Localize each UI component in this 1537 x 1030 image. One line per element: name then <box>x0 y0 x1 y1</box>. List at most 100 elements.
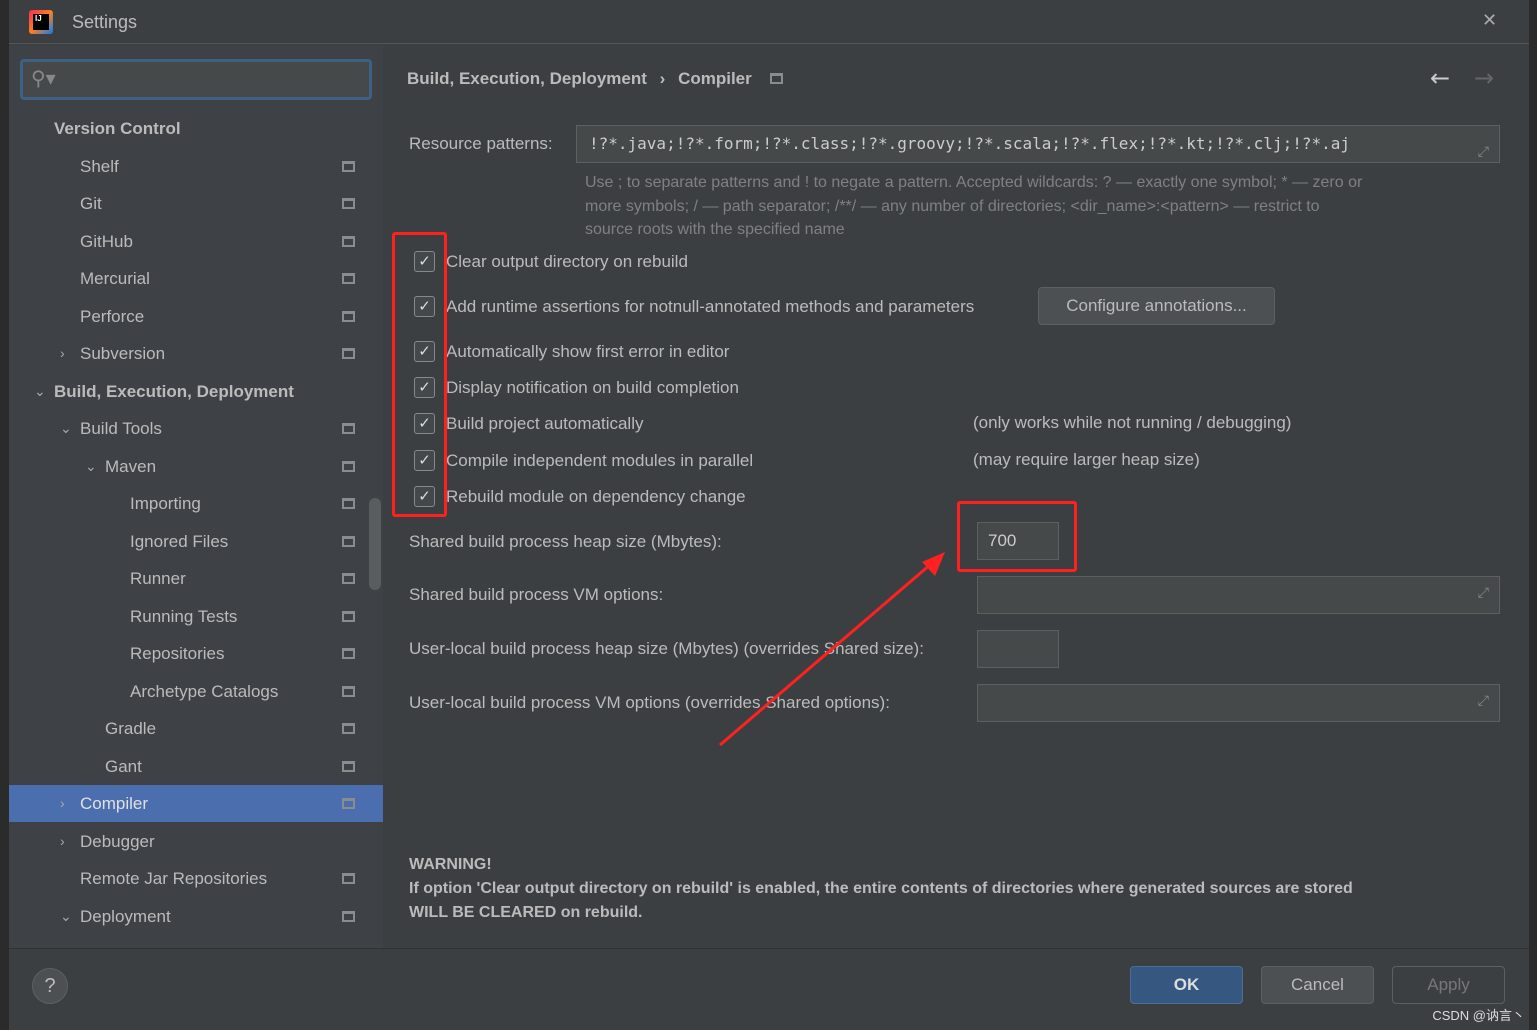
project-scope-icon <box>342 273 355 284</box>
project-scope-icon <box>342 460 355 472</box>
sidebar-item-runner[interactable]: Runner <box>9 560 383 597</box>
option-label[interactable]: Rebuild module on dependency change <box>446 487 746 507</box>
option-label[interactable]: Compile independent modules in parallel <box>446 451 753 471</box>
intellij-logo-icon: IJ <box>29 10 53 34</box>
sidebar-item-label: Runner <box>130 569 186 588</box>
sidebar-item-label: Remote Jar Repositories <box>80 869 268 888</box>
sidebar-item-label: Build Tools <box>80 419 162 438</box>
apply-button[interactable]: Apply <box>1392 966 1505 1004</box>
sidebar-item-gradle[interactable]: Gradle <box>9 710 383 747</box>
sidebar-item-label: Maven <box>105 456 157 476</box>
chevron-right-icon[interactable]: › <box>60 785 65 822</box>
chevron-down-icon[interactable]: ⌄ <box>60 898 72 935</box>
project-scope-icon <box>342 498 355 509</box>
sidebar-item-git[interactable]: Git <box>9 185 383 222</box>
user-heap-size-input[interactable] <box>977 630 1059 668</box>
sidebar-scrollbar[interactable] <box>369 498 381 590</box>
sidebar-item-label: Perforce <box>80 306 145 326</box>
forward-arrow-icon[interactable]: → <box>1474 64 1494 92</box>
project-scope-icon <box>342 198 355 209</box>
option-label[interactable]: Clear output directory on rebuild <box>446 252 688 272</box>
vm-options-label: Shared build process VM options: <box>409 585 664 604</box>
ok-button[interactable]: OK <box>1130 966 1243 1004</box>
sidebar-item-label: Mercurial <box>80 269 150 288</box>
sidebar-item-label: Compiler <box>80 794 149 813</box>
sidebar-item-label: Archetype Catalogs <box>130 681 279 701</box>
vm-options-input[interactable]: ⤢ <box>977 576 1500 614</box>
resource-patterns-input[interactable]: !?*.java;!?*.form;!?*.class;!?*.groovy;!… <box>576 125 1500 163</box>
sidebar-item-label: Repositories <box>130 644 225 663</box>
sidebar-item-remote-jar-repositories[interactable]: Remote Jar Repositories <box>9 860 383 897</box>
project-scope-icon <box>342 873 355 884</box>
sidebar-item-gant[interactable]: Gant <box>9 748 383 785</box>
heap-size-label: Shared build process heap size (Mbytes): <box>409 532 722 551</box>
chevron-right-icon[interactable]: › <box>60 823 65 860</box>
project-scope-icon <box>342 348 355 359</box>
option-label[interactable]: Automatically show first error in editor <box>446 342 729 362</box>
expand-icon[interactable]: ⤢ <box>1478 134 1489 170</box>
option-note: (may require larger heap size) <box>973 450 1200 469</box>
chevron-down-icon[interactable]: ⌄ <box>34 373 46 410</box>
sidebar-item-shelf[interactable]: Shelf <box>9 148 383 185</box>
project-scope-icon <box>342 723 355 734</box>
sidebar-item-label: Subversion <box>80 344 166 363</box>
chevron-down-icon[interactable]: ⌄ <box>85 448 97 485</box>
project-scope-icon <box>342 535 355 547</box>
sidebar-item-archetype-catalogs[interactable]: Archetype Catalogs <box>9 673 383 710</box>
chevron-down-icon[interactable]: ⌄ <box>60 410 72 447</box>
annotation-checkbox-highlight <box>392 232 447 517</box>
breadcrumb-parent[interactable]: Build, Execution, Deployment <box>407 69 647 88</box>
sidebar-item-ignored-files[interactable]: Ignored Files <box>9 523 383 560</box>
annotation-heap-highlight <box>957 501 1077 572</box>
sidebar-item-label: Version Control <box>54 119 181 138</box>
project-scope-icon <box>342 310 355 322</box>
sidebar-item-compiler[interactable]: › Compiler <box>9 785 383 822</box>
watermark: CSDN @讷言丶 <box>1432 1008 1525 1023</box>
sidebar-item-label: Importing <box>130 494 201 513</box>
sidebar-item-label: GitHub <box>80 231 133 251</box>
project-scope-icon <box>342 760 355 772</box>
project-scope-icon <box>342 685 355 697</box>
option-note: (only works while not running / debuggin… <box>973 413 1292 432</box>
project-scope-icon <box>342 910 355 922</box>
sidebar-item-mercurial[interactable]: Mercurial <box>9 260 383 297</box>
sidebar-item-repositories[interactable]: Repositories <box>9 635 383 672</box>
sidebar-item-label: Git <box>80 194 102 213</box>
sidebar-item-build-tools[interactable]: ⌄ Build Tools <box>9 410 383 447</box>
option-label[interactable]: Build project automatically <box>446 414 643 434</box>
sidebar-item-version-control[interactable]: Version Control <box>9 110 383 147</box>
sidebar-item-deployment[interactable]: ⌄ Deployment <box>9 898 383 935</box>
sidebar-item-subversion[interactable]: › Subversion <box>9 335 383 372</box>
resource-patterns-label: Resource patterns: <box>409 134 553 153</box>
resource-patterns-help: Use ; to separate patterns and ! to nega… <box>585 174 1363 238</box>
option-label[interactable]: Display notification on build completion <box>446 378 739 398</box>
project-scope-icon <box>342 235 355 247</box>
chevron-right-icon[interactable]: › <box>60 335 65 372</box>
sidebar-item-debugger[interactable]: › Debugger <box>9 823 383 860</box>
settings-search-input[interactable]: ⚲▾ <box>20 59 372 100</box>
project-scope-icon <box>342 648 355 659</box>
project-scope-icon <box>342 423 355 434</box>
sidebar-item-label: Debugger <box>80 831 155 851</box>
sidebar-item-running-tests[interactable]: Running Tests <box>9 598 383 635</box>
help-button[interactable]: ? <box>32 968 68 1004</box>
user-vm-options-input[interactable]: ⤢ <box>977 684 1500 722</box>
sidebar-item-label: Shelf <box>80 156 119 176</box>
expand-icon[interactable]: ⤢ <box>1478 585 1489 601</box>
annotation-arrow <box>719 552 945 747</box>
project-scope-icon <box>342 160 355 172</box>
sidebar-item-github[interactable]: GitHub <box>9 223 383 260</box>
cancel-button[interactable]: Cancel <box>1261 966 1374 1004</box>
breadcrumb: Build, Execution, Deployment › Compiler <box>407 69 784 89</box>
option-label[interactable]: Add runtime assertions for notnull-annot… <box>446 297 974 317</box>
sidebar-item-perforce[interactable]: Perforce <box>9 298 383 335</box>
configure-annotations-button[interactable]: Configure annotations... <box>1038 287 1275 325</box>
back-arrow-icon[interactable]: ← <box>1430 64 1450 92</box>
sidebar-item-importing[interactable]: Importing <box>9 485 383 522</box>
search-icon: ⚲▾ <box>31 66 56 90</box>
sidebar-item-maven[interactable]: ⌄ Maven <box>9 448 383 485</box>
project-scope-icon <box>342 573 355 584</box>
sidebar-item-build-execution-deployment[interactable]: ⌄ Build, Execution, Deployment <box>9 373 383 410</box>
close-icon[interactable]: ✕ <box>1482 10 1497 31</box>
expand-icon[interactable]: ⤢ <box>1478 693 1489 709</box>
